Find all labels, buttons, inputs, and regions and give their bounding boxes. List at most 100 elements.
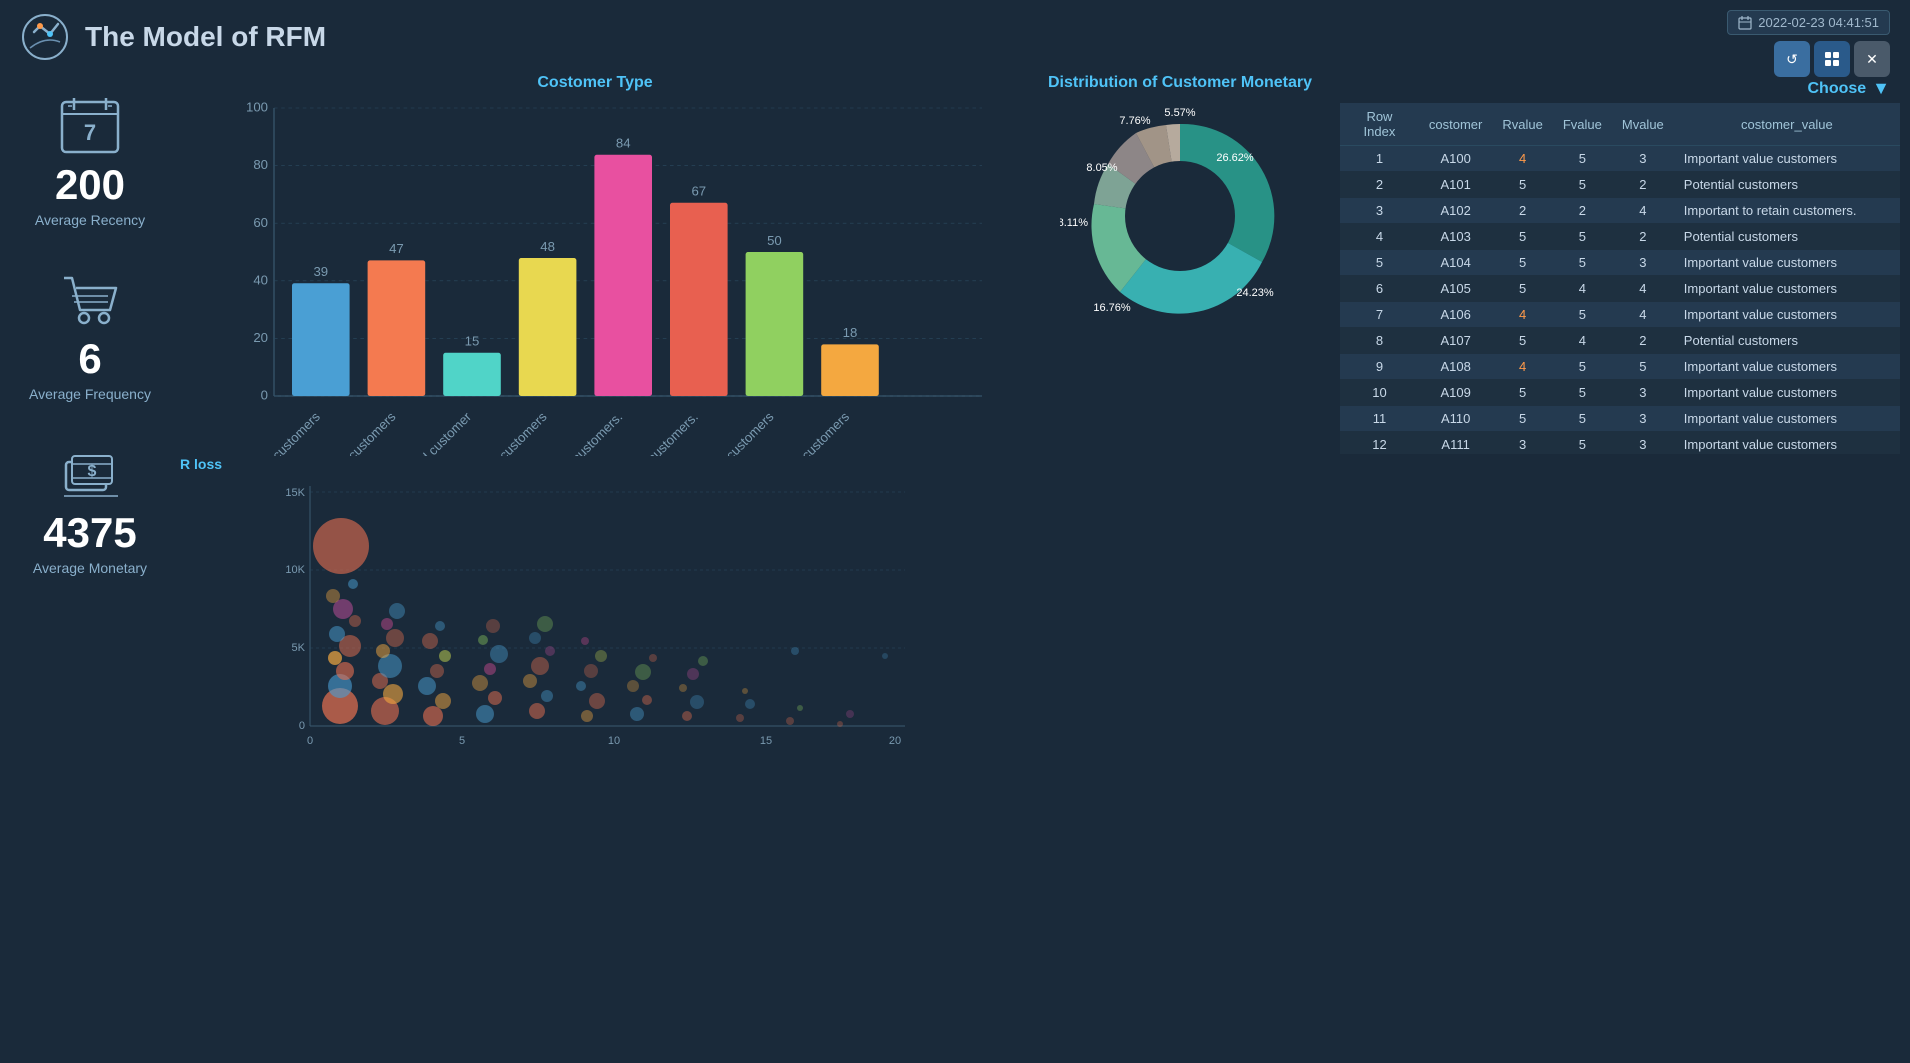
table-row: 10A109553Important value customers	[1340, 380, 1900, 406]
table-cell-1: A110	[1419, 406, 1492, 432]
monetary-value: 4375	[43, 512, 136, 554]
table-cell-0: 2	[1340, 172, 1419, 198]
svg-text:84: 84	[616, 136, 631, 151]
table-cell-4: 3	[1612, 380, 1674, 406]
scatter-chart-svg: 0 5K 10K 15K 0 5 10 15 20	[180, 476, 1010, 766]
svg-text:20: 20	[253, 330, 268, 345]
svg-text:5K: 5K	[292, 642, 306, 654]
table-cell-5: Important value customers	[1674, 250, 1900, 276]
svg-text:0: 0	[299, 720, 305, 732]
table-top-section: Choose ▼ Row Index costomer Rvalue Fvalu…	[1340, 74, 1900, 454]
table-cell-1: A107	[1419, 328, 1492, 354]
table-cell-1: A102	[1419, 198, 1492, 224]
svg-text:60: 60	[253, 215, 268, 230]
top-right: Distribution of Customer Monetary	[1020, 74, 1900, 454]
back-button[interactable]: ↺	[1774, 41, 1810, 77]
table-cell-5: Important value customers	[1674, 146, 1900, 172]
close-button[interactable]: ✕	[1854, 41, 1890, 77]
svg-text:67: 67	[691, 184, 706, 199]
svg-text:50: 50	[767, 233, 782, 248]
table-cell-1: A111	[1419, 432, 1492, 455]
table-cell-5: Important value customers	[1674, 276, 1900, 302]
svg-text:7: 7	[84, 120, 96, 145]
table-cell-4: 2	[1612, 328, 1674, 354]
table-cell-3: 5	[1553, 172, 1612, 198]
col-customer-value: costomer_value	[1674, 103, 1900, 146]
col-mvalue: Mvalue	[1612, 103, 1674, 146]
table-cell-4: 3	[1612, 146, 1674, 172]
table-cell-1: A100	[1419, 146, 1492, 172]
table-cell-4: 4	[1612, 198, 1674, 224]
table-row: 7A106454Important value customers	[1340, 302, 1900, 328]
svg-text:5: 5	[459, 735, 465, 747]
table-cell-4: 5	[1612, 354, 1674, 380]
page-title: The Model of RFM	[85, 21, 326, 53]
choose-dropdown-arrow[interactable]: ▼	[1872, 78, 1890, 99]
table-cell-0: 12	[1340, 432, 1419, 455]
svg-text:24.23%: 24.23%	[1236, 287, 1274, 299]
table-cell-5: Potential customers	[1674, 224, 1900, 250]
kpi-monetary: $ 4375 Average Monetary	[33, 442, 147, 576]
money-icon: $	[58, 442, 122, 506]
table-cell-5: Important value customers	[1674, 432, 1900, 455]
table-scroll[interactable]: Row Index costomer Rvalue Fvalue Mvalue …	[1340, 103, 1900, 454]
svg-text:48: 48	[540, 239, 555, 254]
svg-text:47: 47	[389, 241, 404, 256]
svg-text:ial customers: ial customers	[257, 409, 323, 456]
donut-chart-title: Distribution of Customer Monetary	[1048, 74, 1312, 92]
svg-text:16.76%: 16.76%	[1093, 302, 1131, 314]
table-cell-1: A109	[1419, 380, 1492, 406]
scatter-chart-section: R loss 0 5K 10K 15K 0 5 10 15 20	[180, 456, 1010, 1057]
cart-icon	[58, 268, 122, 332]
choose-header: Choose ▼	[1340, 74, 1900, 103]
svg-text:7.76%: 7.76%	[1119, 115, 1150, 127]
svg-text:26.62%: 26.62%	[1216, 152, 1254, 164]
svg-text:15: 15	[760, 735, 772, 747]
table-cell-4: 4	[1612, 276, 1674, 302]
table-cell-0: 11	[1340, 406, 1419, 432]
table-cell-0: 8	[1340, 328, 1419, 354]
svg-text:15K: 15K	[285, 487, 305, 499]
svg-text:39: 39	[313, 264, 328, 279]
table-cell-2: 2	[1492, 198, 1552, 224]
table-cell-3: 5	[1553, 432, 1612, 455]
table-cell-4: 3	[1612, 250, 1674, 276]
header: The Model of RFM 2022-02-23 04:41:51 ↺ ✕	[0, 0, 1910, 74]
grid-button[interactable]	[1814, 41, 1850, 77]
table-cell-2: 3	[1492, 432, 1552, 455]
table-cell-2: 5	[1492, 406, 1552, 432]
svg-text:0: 0	[307, 735, 313, 747]
table-cell-1: A108	[1419, 354, 1492, 380]
customer-table: Row Index costomer Rvalue Fvalue Mvalue …	[1340, 103, 1900, 454]
table-cell-2: 5	[1492, 172, 1552, 198]
table-row: 1A100453Important value customers	[1340, 146, 1900, 172]
table-cell-0: 6	[1340, 276, 1419, 302]
table-cell-4: 2	[1612, 172, 1674, 198]
table-cell-0: 9	[1340, 354, 1419, 380]
frequency-label: Average Frequency	[29, 386, 151, 402]
table-row: 2A101552Potential customers	[1340, 172, 1900, 198]
svg-text:10: 10	[608, 735, 620, 747]
table-cell-2: 5	[1492, 250, 1552, 276]
bar-chart-container: 0 20 40 60 80 100 39 47 15	[180, 96, 1010, 456]
kpi-frequency: 6 Average Frequency	[29, 268, 151, 402]
table-cell-2: 4	[1492, 354, 1552, 380]
table-cell-0: 1	[1340, 146, 1419, 172]
svg-text:20: 20	[889, 735, 901, 747]
kpi-recency: 7 200 Average Recency	[35, 94, 145, 228]
table-row: 5A104553Important value customers	[1340, 250, 1900, 276]
table-row: 6A105544Important value customers	[1340, 276, 1900, 302]
table-cell-4: 3	[1612, 406, 1674, 432]
table-cell-3: 2	[1553, 198, 1612, 224]
svg-text:15: 15	[465, 334, 480, 349]
svg-text:5.57%: 5.57%	[1164, 107, 1195, 119]
table-cell-0: 10	[1340, 380, 1419, 406]
svg-text:8.05%: 8.05%	[1086, 162, 1117, 174]
table-cell-3: 5	[1553, 250, 1612, 276]
datetime-text: 2022-02-23 04:41:51	[1758, 15, 1879, 30]
datetime-badge: 2022-02-23 04:41:51	[1727, 10, 1890, 35]
svg-text:Lost customers: Lost customers	[476, 409, 550, 456]
table-cell-3: 5	[1553, 354, 1612, 380]
middle-panel: Costomer Type 0 20 40	[170, 74, 1020, 1057]
bar-chart-section: Costomer Type 0 20 40	[180, 74, 1010, 456]
